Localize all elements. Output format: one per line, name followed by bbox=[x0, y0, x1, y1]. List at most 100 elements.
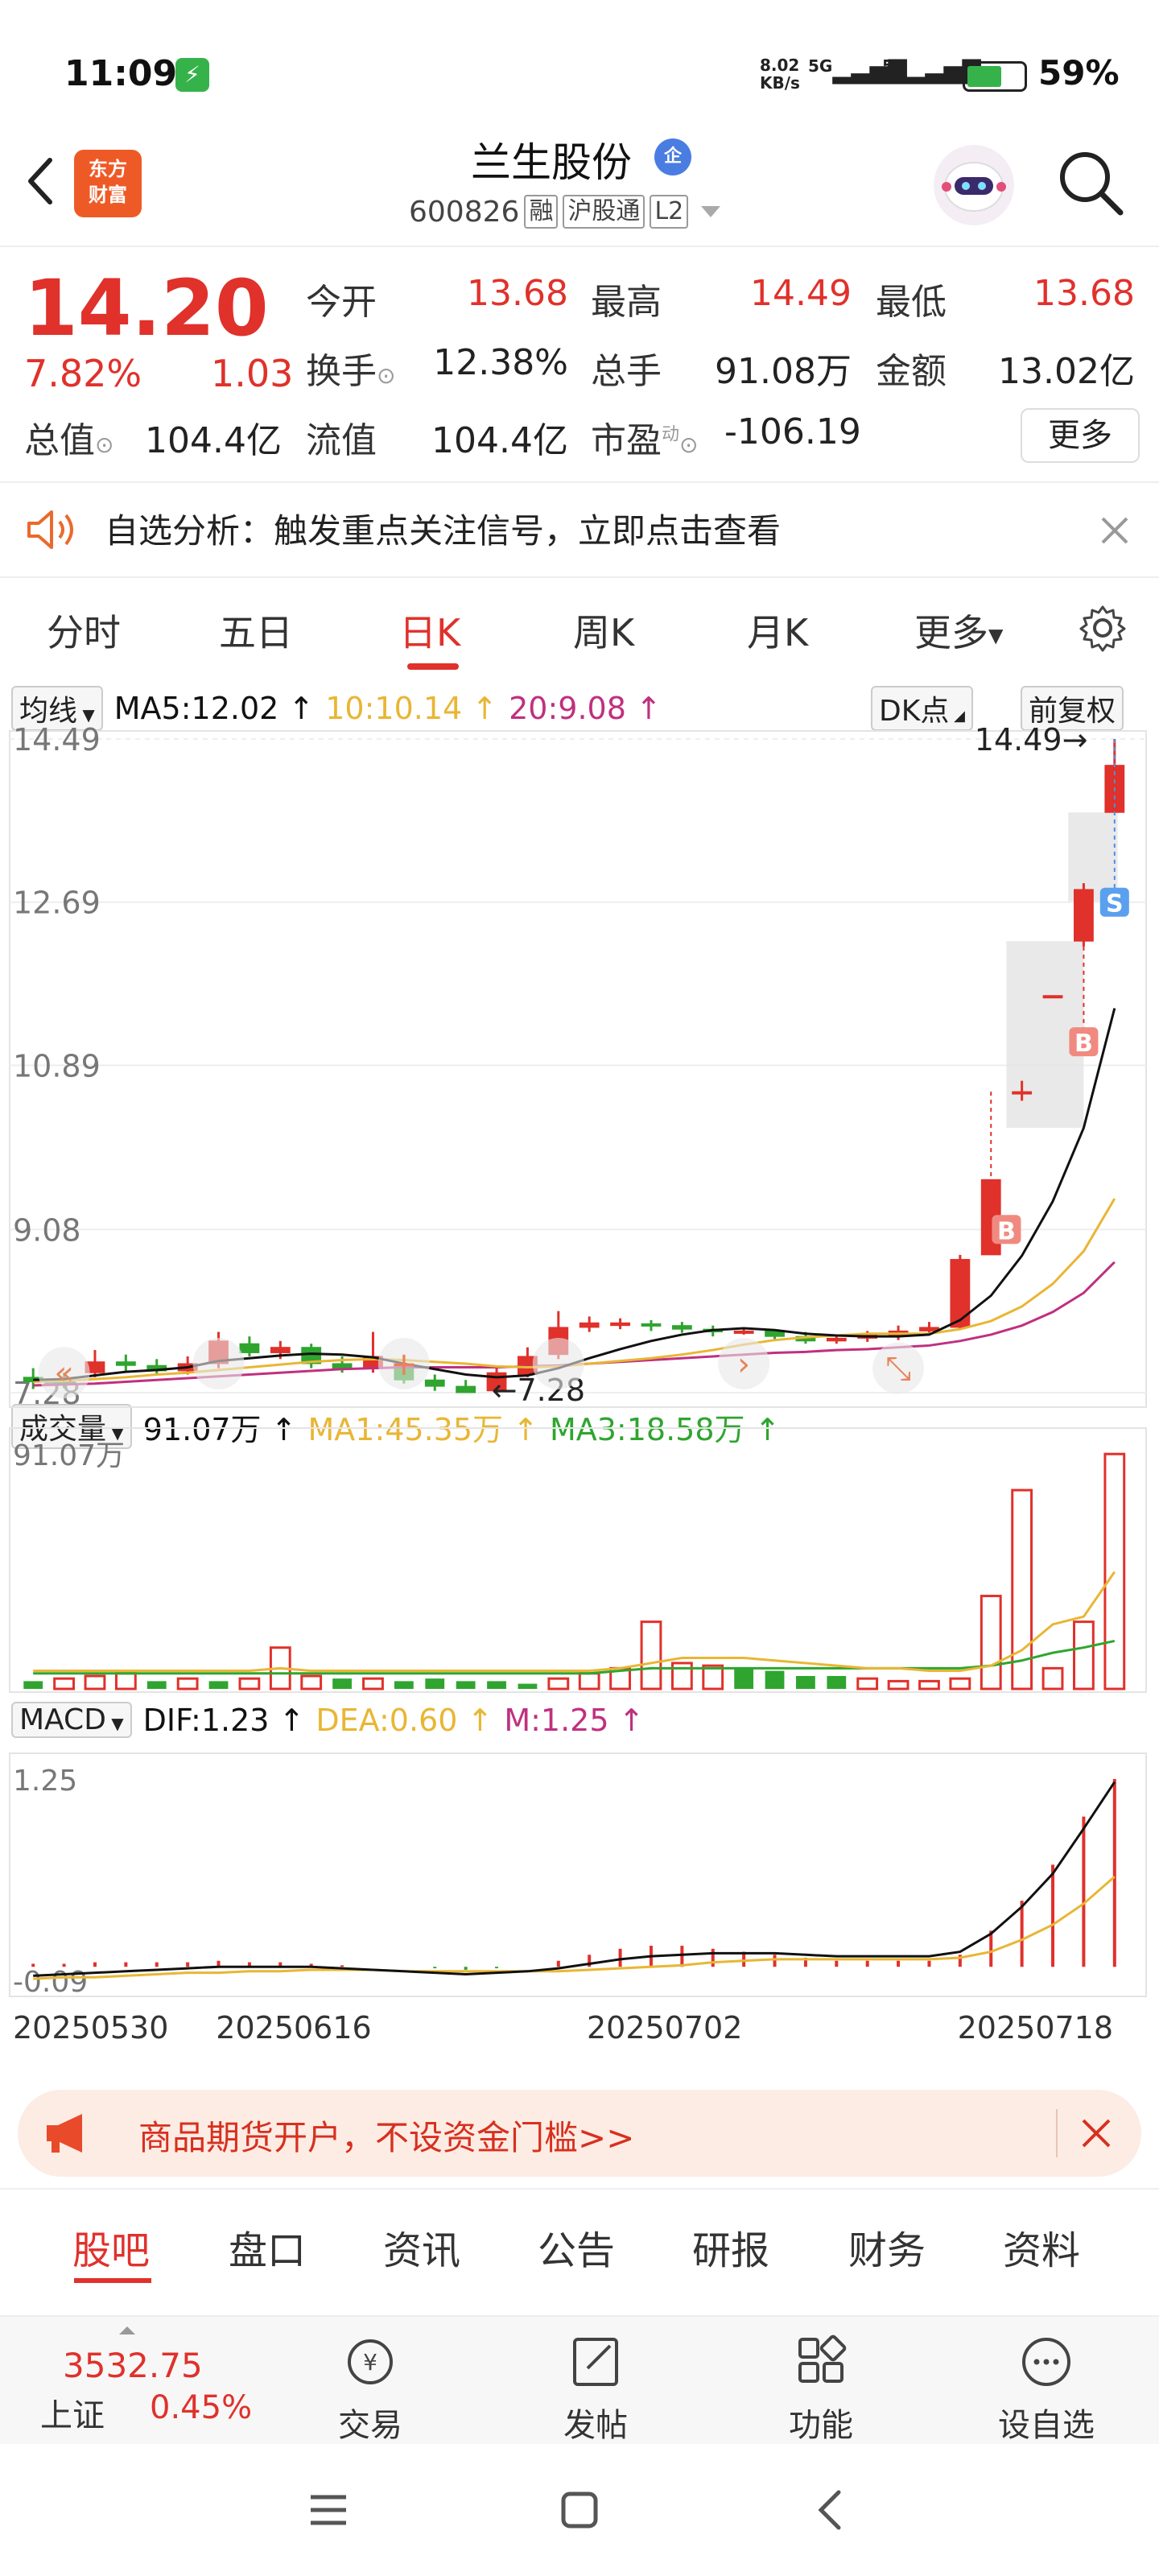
grid-icon bbox=[798, 2334, 847, 2383]
tab-order-book[interactable]: 盘口 bbox=[229, 2219, 306, 2275]
more-dots-icon bbox=[1022, 2338, 1070, 2386]
tab-forum[interactable]: 股吧 bbox=[72, 2219, 150, 2275]
volume-bar bbox=[918, 1679, 940, 1690]
stock-header: 东方 财富 兰生股份 企 600826 融 沪股通 L2 bbox=[0, 121, 1159, 246]
close-icon[interactable] bbox=[1077, 2114, 1116, 2153]
analysis-alert[interactable]: 自选分析：触发重点关注信号，立即点击查看 bbox=[0, 481, 1159, 578]
tab-financials[interactable]: 财务 bbox=[848, 2219, 926, 2275]
volume-bar bbox=[949, 1677, 971, 1690]
gear-icon[interactable] bbox=[1077, 602, 1128, 654]
trade-button[interactable]: ¥ 交易 bbox=[306, 2333, 435, 2446]
candle-body bbox=[115, 1361, 136, 1366]
enterprise-badge-icon: 企 bbox=[654, 138, 691, 175]
pe-value: -106.19 bbox=[724, 411, 861, 452]
volume-bar bbox=[362, 1677, 384, 1690]
eastmoney-logo[interactable]: 东方 财富 bbox=[74, 150, 142, 217]
kline-y-tick: 14.49 bbox=[13, 722, 101, 758]
clock: 11:09 bbox=[64, 53, 178, 94]
volume-bar bbox=[332, 1678, 352, 1689]
volume-frame bbox=[9, 1427, 1147, 1693]
info-icon: ⊙ bbox=[679, 431, 699, 458]
tab-monthly-k[interactable]: 月K bbox=[747, 604, 808, 657]
robot-assistant-icon[interactable] bbox=[934, 145, 1014, 225]
back-arrow-icon[interactable] bbox=[24, 157, 56, 205]
last-price: 14.20 bbox=[24, 263, 269, 353]
volume-bar bbox=[518, 1683, 538, 1689]
amount-value: 13.02亿 bbox=[998, 351, 1135, 392]
volume-bar bbox=[300, 1674, 323, 1690]
candle-body bbox=[671, 1325, 692, 1330]
caret-down-icon: ▼ bbox=[988, 624, 1004, 647]
megaphone-icon bbox=[47, 2114, 82, 2153]
dea-line bbox=[33, 1876, 1116, 1980]
volume-bar bbox=[578, 1672, 600, 1690]
total-cap-value: 104.4亿 bbox=[145, 420, 282, 461]
pe-label: 市盈动⊙ bbox=[591, 420, 699, 461]
date-axis-label: 20250718 bbox=[958, 2010, 1113, 2045]
back-icon[interactable] bbox=[808, 2487, 853, 2533]
volume-bar bbox=[456, 1681, 476, 1689]
volume-label: 总手 bbox=[591, 351, 662, 392]
stock-chart[interactable]: 14.4912.6910.899.087.2814.49→←7.28BBS« + ›… bbox=[0, 676, 1159, 2045]
stock-code-line[interactable]: 600826 融 沪股通 L2 bbox=[409, 195, 721, 229]
volume-bar bbox=[1073, 1620, 1095, 1690]
candle-body bbox=[239, 1343, 260, 1353]
candle-body bbox=[950, 1258, 971, 1328]
functions-button[interactable]: 功能 bbox=[757, 2333, 885, 2446]
tab-announcements[interactable]: 公告 bbox=[538, 2219, 615, 2275]
volume-bar bbox=[238, 1677, 261, 1690]
chart-nav-button bbox=[192, 1337, 245, 1389]
macd-y-tick: -0.09 bbox=[13, 1966, 88, 1999]
tag-connect: 沪股通 bbox=[563, 195, 645, 229]
buy-marker: B bbox=[997, 1217, 1016, 1245]
futures-ad-banner[interactable]: 商品期货开户，不设资金门槛>> bbox=[18, 2090, 1141, 2177]
candle-body bbox=[332, 1363, 353, 1369]
menu-icon[interactable] bbox=[306, 2487, 351, 2533]
volume-value: 91.08万 bbox=[715, 351, 852, 392]
search-icon[interactable] bbox=[1054, 147, 1127, 219]
status-bar: 11:09 ⚡ 8.02 KB/s 5G▂▃▅▇ 5G▂▃▅▇ 59% bbox=[0, 0, 1159, 121]
chevron-down-icon[interactable] bbox=[701, 206, 721, 217]
home-icon[interactable] bbox=[557, 2487, 602, 2533]
kline-frame bbox=[9, 730, 1147, 1408]
tab-profile[interactable]: 资料 bbox=[1003, 2219, 1080, 2275]
volume-bar bbox=[640, 1620, 662, 1690]
volume-y-tick: 91.07万 bbox=[13, 1439, 125, 1472]
high-value: 14.49 bbox=[750, 273, 852, 314]
kline-y-tick: 10.89 bbox=[13, 1048, 101, 1084]
stock-name: 兰生股份 bbox=[471, 139, 632, 186]
total-cap-label: 总值⊙ bbox=[24, 420, 114, 461]
vol-ma1-line bbox=[33, 1571, 1116, 1673]
add-watchlist-button[interactable]: 设自选 bbox=[982, 2333, 1111, 2446]
volume-bar bbox=[1103, 1452, 1126, 1690]
candle-body bbox=[1042, 995, 1063, 999]
volume-bar bbox=[856, 1677, 879, 1690]
chart-nav-icon: › bbox=[737, 1346, 750, 1383]
float-cap-label: 流值 bbox=[306, 420, 377, 461]
tab-five-day[interactable]: 五日 bbox=[219, 604, 293, 657]
expand-up-icon[interactable] bbox=[119, 2326, 135, 2334]
candle-body bbox=[424, 1379, 445, 1387]
tab-intraday[interactable]: 分时 bbox=[47, 604, 121, 657]
amount-label: 金额 bbox=[876, 351, 947, 392]
index-value[interactable]: 3532.75 bbox=[63, 2346, 203, 2385]
tab-news[interactable]: 资讯 bbox=[383, 2219, 460, 2275]
volume-bar bbox=[670, 1662, 693, 1690]
chart-nav-icon: + bbox=[390, 1346, 418, 1383]
volume-bar bbox=[887, 1679, 909, 1690]
tab-more[interactable]: 更多▼ bbox=[914, 604, 1003, 657]
tab-weekly-k[interactable]: 周K bbox=[573, 604, 634, 657]
post-button[interactable]: 发帖 bbox=[531, 2333, 660, 2446]
tab-research[interactable]: 研报 bbox=[692, 2219, 769, 2275]
volume-bar bbox=[146, 1681, 167, 1689]
close-icon[interactable] bbox=[1095, 510, 1135, 551]
volume-bar bbox=[980, 1595, 1002, 1690]
tab-daily-k[interactable]: 日K bbox=[399, 604, 460, 657]
more-quote-button[interactable]: 更多 bbox=[1021, 408, 1140, 463]
low-value: 13.68 bbox=[1033, 273, 1135, 314]
macd-y-tick: 1.25 bbox=[13, 1765, 77, 1798]
buy-marker: B bbox=[1074, 1030, 1093, 1058]
bottom-action-bar: 3532.75 上证 0.45% ¥ 交易 发帖 功能 设自选 bbox=[0, 2315, 1159, 2444]
info-icon: ⊙ bbox=[377, 362, 396, 389]
active-tab-indicator bbox=[407, 663, 459, 670]
